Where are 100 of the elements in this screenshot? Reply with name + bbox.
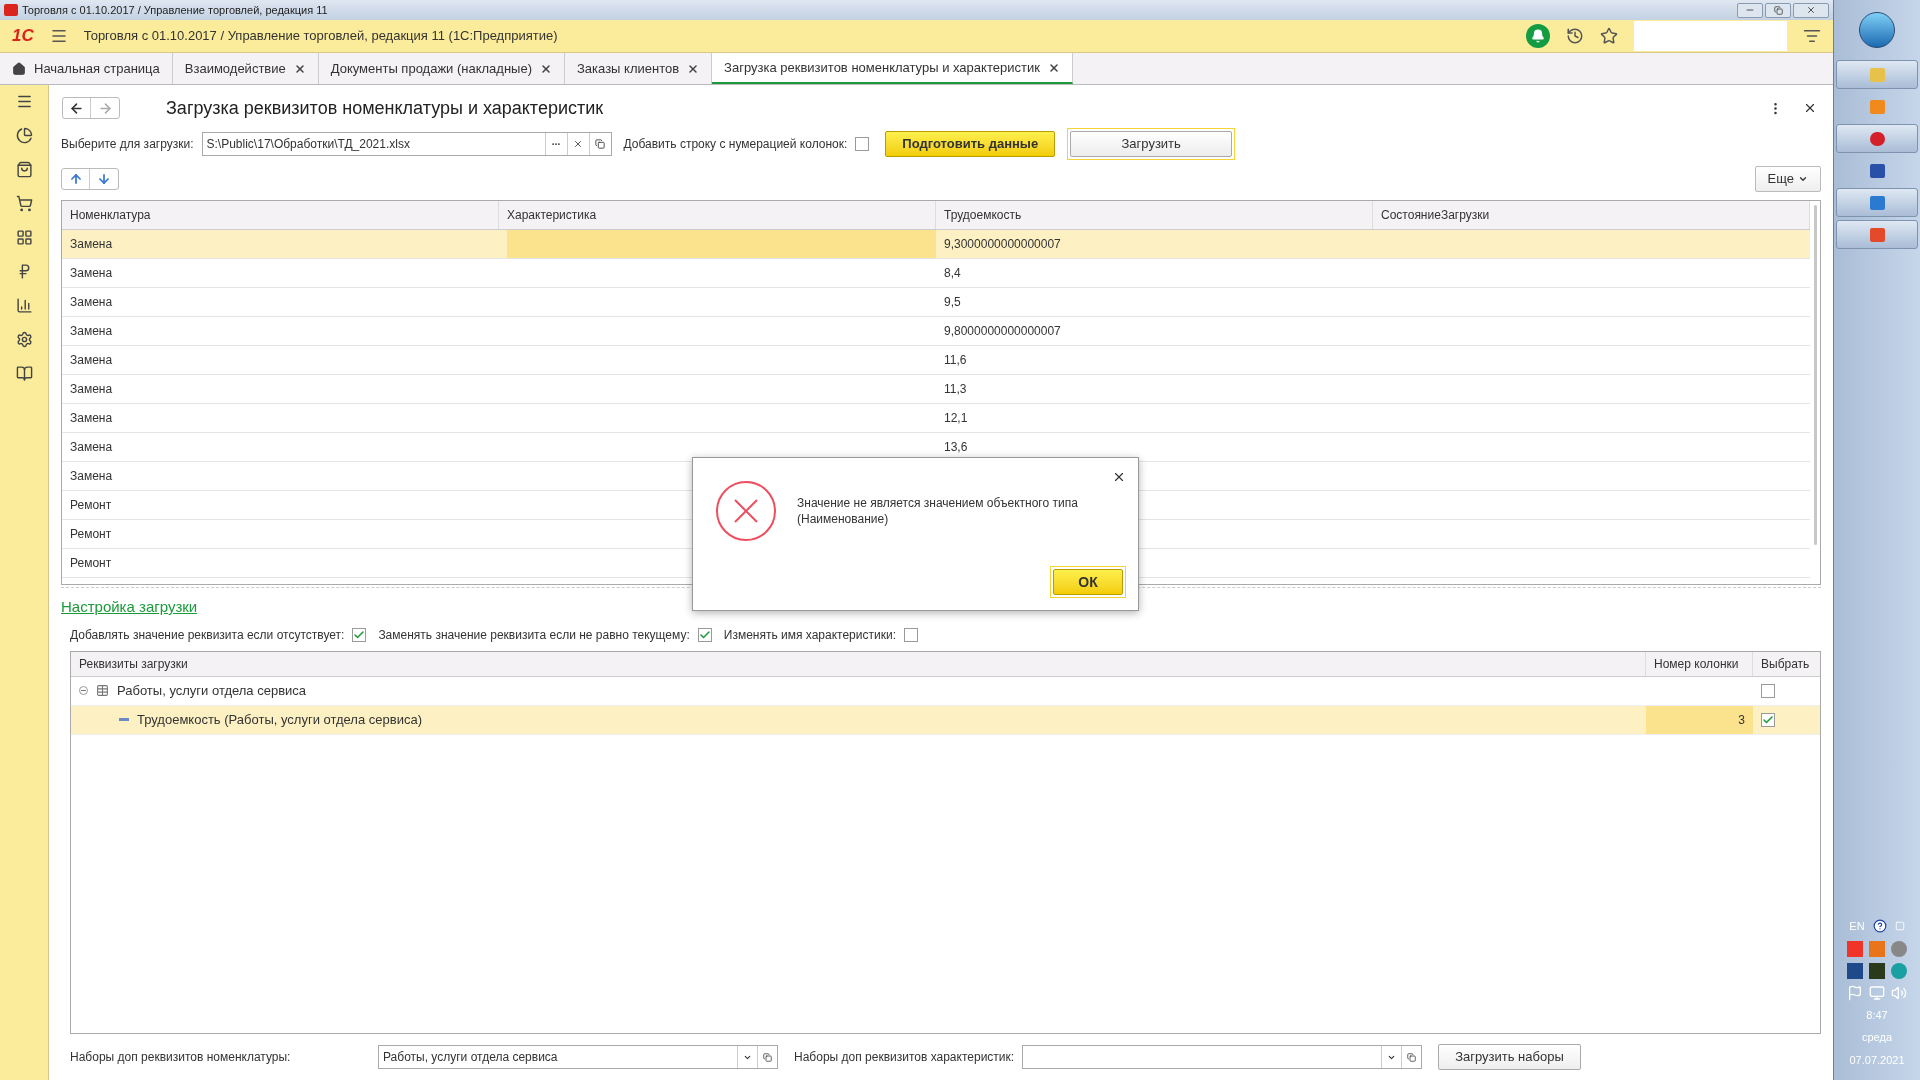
char-sets-field[interactable]: [1022, 1045, 1423, 1069]
taskbar-button[interactable]: [1836, 220, 1918, 249]
close-icon: [1806, 5, 1816, 15]
table-cell-text: 9,5: [944, 294, 961, 311]
pie-chart-icon[interactable]: [15, 127, 33, 144]
tree-item-label: Работы, услуги отдела сервиса: [117, 681, 307, 700]
option-label: Изменять имя характеристики:: [723, 626, 896, 644]
tab[interactable]: Начальная страница: [0, 53, 173, 84]
table-cell-text: Замена: [70, 439, 113, 456]
table-icon: [96, 684, 109, 697]
column-header[interactable]: Трудоемкость: [936, 201, 1373, 229]
taskbar-button[interactable]: [1836, 188, 1918, 217]
tab[interactable]: Взаимодействие: [172, 53, 319, 84]
table-cell-text: Ремонт: [70, 526, 112, 543]
table-row[interactable]: Замена 9,8000000000000007: [62, 317, 1810, 346]
column-header[interactable]: Выбрать: [1753, 651, 1820, 676]
app-logo-icon: [4, 4, 18, 16]
file-field[interactable]: S:\Public\17\Обработки\ТД_2021.xlsx: [201, 132, 612, 156]
prepare-data-button[interactable]: Подготовить данные: [885, 131, 1056, 157]
column-header[interactable]: СостояниеЗагрузки: [1373, 201, 1810, 229]
caret-icon: [1798, 174, 1808, 184]
bag-icon[interactable]: [15, 161, 33, 178]
table-cell-text: 11,3: [944, 381, 967, 398]
error-icon: [715, 480, 777, 542]
table-row[interactable]: Замена 9,3000000000000007: [62, 230, 1810, 259]
ok-button[interactable]: ОК: [1053, 569, 1123, 595]
file-label: Выберите для загрузки:: [61, 136, 194, 153]
load-button[interactable]: Загрузить: [1070, 131, 1233, 157]
book-icon[interactable]: [15, 365, 33, 382]
restore-icon: [1773, 5, 1783, 15]
bell-icon[interactable]: [1526, 24, 1550, 48]
table-cell-text: Замена: [70, 323, 113, 340]
checkbox[interactable]: [697, 627, 712, 642]
table-row[interactable]: Замена 9,5: [62, 288, 1810, 317]
tab[interactable]: Загрузка реквизитов номенклатуры и характеристик: [712, 53, 1073, 84]
taskbar-button[interactable]: [1836, 124, 1918, 153]
char-sets-label: Наборы доп реквизитов характеристик:: [794, 1049, 1015, 1066]
star-icon[interactable]: [1600, 27, 1618, 45]
close-icon[interactable]: [540, 62, 552, 75]
table-cell-text: Замена: [70, 468, 113, 485]
history-icon[interactable]: [1566, 27, 1584, 45]
table-cell-text: Замена: [70, 294, 113, 311]
table-cell-text: Ремонт: [70, 497, 112, 514]
table-row[interactable]: Замена 12,1: [62, 404, 1810, 433]
form-title: Загрузка реквизитов номенклатуры и характеристик: [166, 96, 604, 120]
table-row[interactable]: Замена 11,6: [62, 346, 1810, 375]
table-cell-text: Замена: [70, 352, 113, 369]
close-icon[interactable]: [1112, 470, 1126, 484]
window-title: Торговля с 01.10.2017 / Управление торговлей, редакция 11: [22, 2, 328, 18]
attribute-icon: [119, 718, 129, 721]
nom-sets-field[interactable]: Работы, услуги отдела сервиса: [378, 1045, 778, 1069]
help-icon[interactable]: [1872, 919, 1887, 934]
checkbox[interactable]: [855, 137, 870, 151]
column-header[interactable]: Номенклатура: [62, 201, 499, 229]
table-cell-text: Замена: [70, 236, 113, 253]
checkbox[interactable]: [352, 627, 367, 642]
table-row[interactable]: Замена 8,4: [62, 259, 1810, 288]
cart-icon[interactable]: [15, 195, 33, 212]
option-label: Добавлять значение реквизита если отсутствует:: [70, 626, 345, 644]
column-header[interactable]: Реквизиты загрузки: [71, 651, 1646, 676]
table-cell-text: Ремонт: [70, 555, 112, 572]
column-header[interactable]: Номер колонки: [1646, 651, 1753, 676]
column-number: 3: [1738, 711, 1745, 729]
table-cell-text: 11,6: [944, 352, 967, 369]
table-cell-text: 13,6: [944, 439, 968, 456]
app-logo: 1С: [12, 25, 34, 48]
close-button[interactable]: [1793, 2, 1829, 18]
bar-chart-icon[interactable]: [15, 297, 33, 314]
grid-icon[interactable]: [15, 229, 33, 246]
more-button[interactable]: Еще: [1754, 166, 1821, 192]
checkbox[interactable]: [903, 627, 918, 642]
table-cell-text: Замена: [70, 410, 113, 427]
tree-row[interactable]: Работы, услуги отдела сервиса: [71, 676, 1820, 706]
table-cell-text: 9,3000000000000007: [944, 236, 1061, 253]
table-row[interactable]: Замена 11,3: [62, 375, 1810, 404]
filter-icon[interactable]: [1803, 27, 1821, 45]
settings-link[interactable]: Настройка загрузки: [61, 596, 198, 619]
table-cell-text: 12,1: [944, 410, 968, 427]
minimize-button[interactable]: [1737, 2, 1763, 18]
restore-button[interactable]: [1765, 2, 1791, 18]
nom-sets-label: Наборы доп реквизитов номенклатуры:: [70, 1049, 292, 1066]
menu-icon[interactable]: [15, 93, 33, 110]
checkbox[interactable]: [1761, 683, 1775, 698]
tab[interactable]: Документы продажи (накладные): [318, 53, 565, 84]
load-sets-button[interactable]: Загрузить наборы: [1438, 1044, 1581, 1070]
checkbox[interactable]: [1761, 712, 1775, 727]
tree-item-label: Трудоемкость (Работы, услуги отдела сервиса): [137, 710, 422, 729]
column-header[interactable]: Характеристика: [499, 201, 936, 229]
numbering-label: Добавить строку с нумерацией колонок:: [623, 136, 848, 153]
taskbar-button[interactable]: [1836, 60, 1918, 89]
start-orb-icon[interactable]: [1859, 12, 1895, 48]
tree-row[interactable]: Трудоемкость (Работы, услуги отдела сервиса) 3: [71, 705, 1820, 735]
table-cell-text: Замена: [70, 381, 113, 398]
table-cell-text: 9,8000000000000007: [944, 323, 1061, 340]
close-icon[interactable]: [293, 62, 306, 75]
settings-icon[interactable]: [15, 331, 33, 348]
menu-icon[interactable]: [49, 27, 68, 45]
home-icon: [12, 61, 26, 76]
close-icon[interactable]: [687, 62, 700, 75]
close-icon[interactable]: [1047, 61, 1060, 74]
